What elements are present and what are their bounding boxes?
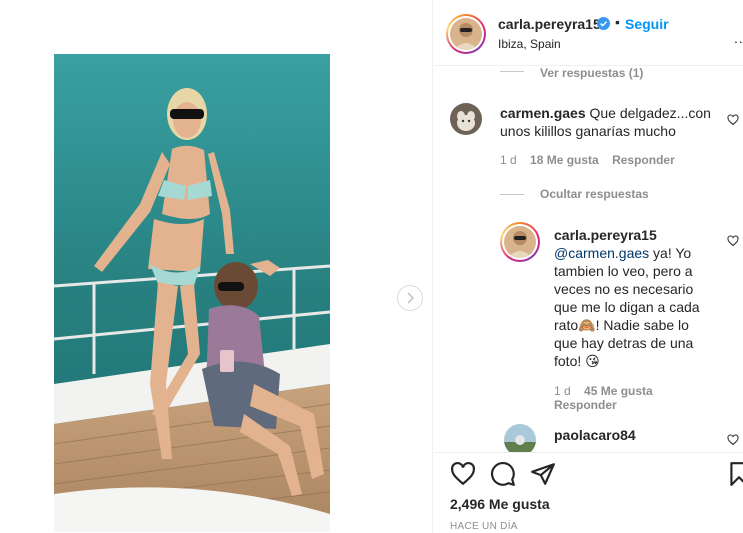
post-author-username[interactable]: carla.pereyra15	[498, 16, 601, 32]
share-paper-plane-icon[interactable]	[530, 461, 556, 487]
avatar	[450, 18, 482, 50]
reply-line3: veces no es necesario	[554, 281, 694, 297]
view-replies-link[interactable]: Ver respuestas (1)	[540, 66, 643, 80]
reply-likes[interactable]: 45 Me gusta	[584, 384, 653, 398]
comment-meta: 1 d 18 Me gusta Responder	[500, 153, 675, 167]
reply-line4: que me lo digan a cada	[554, 299, 700, 315]
comment-like-heart-icon[interactable]	[727, 434, 739, 446]
story-ring[interactable]	[446, 14, 486, 54]
comment-text: carmen.gaes Que delgadez...con unos kili…	[500, 104, 720, 140]
reply-text: carla.pereyra15 @carmen.gaes ya! Yo tamb…	[554, 226, 714, 370]
verified-badge-icon	[597, 17, 610, 30]
comments-list[interactable]: Ver respuestas (1) carmen.gaes Que delga…	[434, 66, 743, 452]
avatar	[504, 226, 536, 258]
reply-line5b: ! Nadie sabe lo	[595, 317, 689, 333]
replies-divider	[500, 194, 524, 195]
post-timestamp[interactable]: HACE UN DÍA	[450, 521, 518, 532]
post-header: carla.pereyra15 • Seguir Ibiza, Spain ..…	[434, 0, 743, 66]
likes-count[interactable]: 2,496 Me gusta	[450, 496, 550, 512]
kiss-emoji: 😘	[585, 353, 600, 369]
reply-age[interactable]: 1 d	[554, 384, 571, 398]
bookmark-icon[interactable]	[726, 461, 743, 487]
replies-divider	[500, 71, 524, 72]
comment-like-heart-icon[interactable]	[727, 114, 739, 126]
reply-line5a: rato	[554, 317, 579, 333]
comment-text: paolacaro84	[554, 426, 636, 444]
separator-dot: •	[615, 14, 620, 30]
comment-body-line2: unos kilillos ganarías mucho	[500, 123, 676, 139]
story-ring[interactable]	[500, 222, 540, 262]
comment-like-heart-icon[interactable]	[727, 235, 739, 247]
comment-age[interactable]: 1 d	[500, 153, 517, 167]
avatar[interactable]	[450, 103, 482, 135]
post-actions: 2,496 Me gusta HACE UN DÍA	[434, 452, 743, 533]
monkey-emoji: 🙈	[578, 317, 596, 333]
hide-replies-link[interactable]: Ocultar respuestas	[540, 187, 649, 201]
chevron-right-icon	[407, 292, 415, 304]
comment-username[interactable]: paolacaro84	[554, 427, 636, 443]
follow-button[interactable]: Seguir	[625, 16, 669, 32]
avatar[interactable]	[504, 424, 536, 452]
post-sidebar: carla.pereyra15 • Seguir Ibiza, Spain ..…	[434, 0, 743, 533]
next-photo-button[interactable]	[397, 285, 423, 311]
reply-button[interactable]: Responder	[612, 153, 675, 167]
mention-link[interactable]: @carmen.gaes	[554, 245, 649, 261]
more-options-button[interactable]: ...	[734, 30, 743, 46]
reply-button[interactable]: Responder	[554, 398, 617, 412]
reply-line2: tambien lo veo, pero a	[554, 263, 693, 279]
reply-meta: 1 d 45 Me gusta	[554, 384, 653, 398]
media-pane	[0, 0, 433, 533]
reply-line6: que hay detras de una	[554, 335, 694, 351]
reply-line1: ya! Yo	[649, 245, 692, 261]
post-photo[interactable]	[54, 54, 330, 532]
comment-bubble-icon[interactable]	[490, 461, 516, 487]
comment-body-line1: Que delgadez...con	[589, 105, 711, 121]
reply-line7: foto!	[554, 353, 582, 369]
like-heart-icon[interactable]	[450, 461, 476, 487]
post-location[interactable]: Ibiza, Spain	[498, 37, 561, 51]
reply-username[interactable]: carla.pereyra15	[554, 227, 657, 243]
comment-likes[interactable]: 18 Me gusta	[530, 153, 599, 167]
comment-username[interactable]: carmen.gaes	[500, 105, 586, 121]
